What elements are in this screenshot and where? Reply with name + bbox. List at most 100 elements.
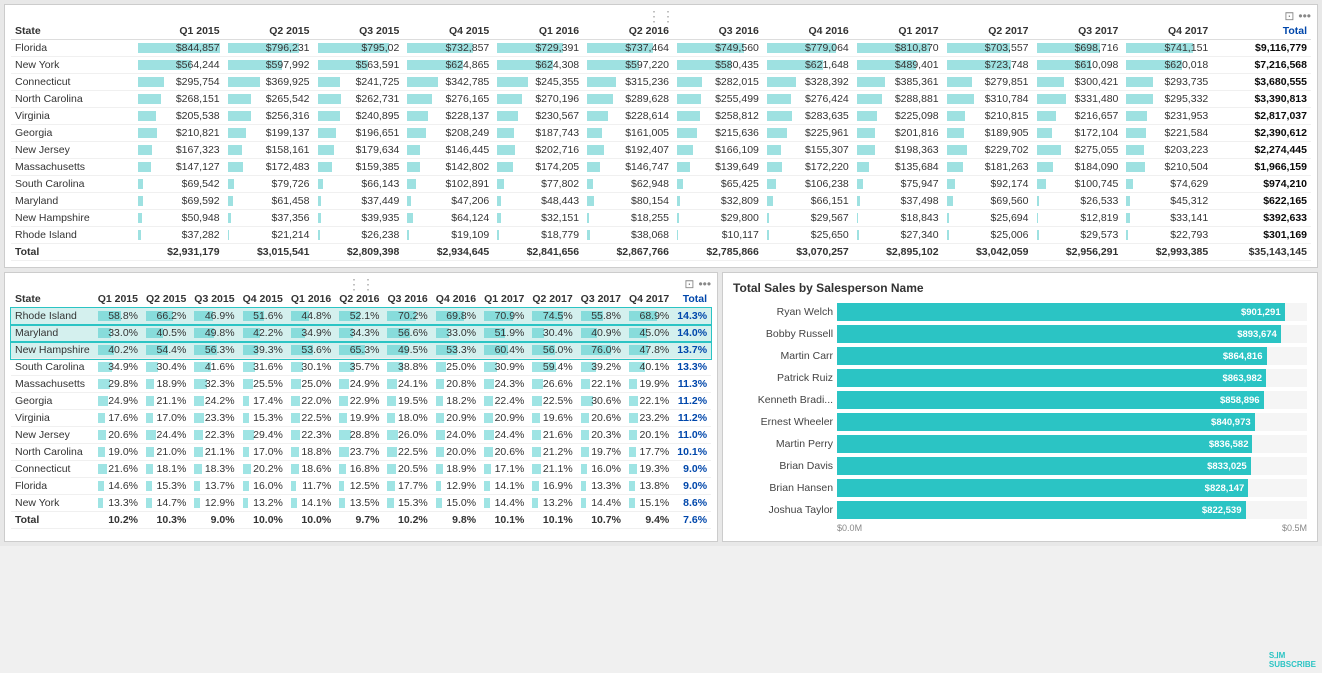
- bcell-1-7: 56.6%: [383, 325, 431, 342]
- cell-5-8: $225,961: [763, 125, 853, 142]
- bcell-4-2: 18.9%: [142, 376, 190, 393]
- cell-10-8: $29,567: [763, 210, 853, 227]
- cell-11-10: $25,006: [943, 227, 1033, 244]
- bcell-7-3: 22.3%: [190, 427, 238, 444]
- chart-bar-container: $822,539: [837, 501, 1307, 519]
- top-col-10: Q2 2017: [943, 23, 1033, 40]
- cell-5-7: $215,636: [673, 125, 763, 142]
- top-col-8: Q4 2016: [763, 23, 853, 40]
- cell-3-2: $265,542: [224, 91, 314, 108]
- cell-10-12: $33,141: [1122, 210, 1212, 227]
- table-row: South Carolina $69,542 $79,726 $66,143 $…: [11, 176, 1311, 193]
- cell-8-12: $74,629: [1122, 176, 1212, 193]
- bcell-8-2: 21.0%: [142, 444, 190, 461]
- bcell-10-0: Florida: [11, 478, 94, 495]
- bcell-0-4: 51.6%: [239, 308, 287, 325]
- top-table-body: Florida $844,857 $796,231 $795,02 $732,8…: [11, 40, 1311, 261]
- chart-row: Brian Hansen $828,147: [733, 479, 1307, 497]
- bcell-4-9: 24.3%: [480, 376, 528, 393]
- bcell-4-4: 25.5%: [239, 376, 287, 393]
- cell-4-0: Virginia: [11, 108, 134, 125]
- bottom-table-header: StateQ1 2015Q2 2015Q3 2015Q4 2015Q1 2016…: [11, 291, 711, 308]
- expand-icon[interactable]: ⊡: [1284, 9, 1294, 23]
- bcell-5-13: 11.2%: [673, 393, 711, 410]
- panel-icons-top: ⊡ •••: [1284, 9, 1311, 23]
- more-icon[interactable]: •••: [1298, 9, 1311, 23]
- cell-7-10: $181,263: [943, 159, 1033, 176]
- chart-person-label: Kenneth Bradi...: [733, 394, 833, 406]
- bcell-0-0: Rhode Island: [11, 308, 94, 325]
- cell-4-11: $216,657: [1033, 108, 1123, 125]
- bcell-0-9: 70.9%: [480, 308, 528, 325]
- cell-2-3: $241,725: [314, 74, 404, 91]
- bcell-10-12: 13.8%: [625, 478, 673, 495]
- chart-row: Ryan Welch $901,291: [733, 303, 1307, 321]
- cell-0-7: $749,560: [673, 40, 763, 57]
- bottom-col-11: Q3 2017: [577, 291, 625, 308]
- cell-9-13: $622,165: [1212, 193, 1311, 210]
- cell-7-2: $172,483: [224, 159, 314, 176]
- cell-12-9: $2,895,102: [853, 244, 943, 261]
- table-row: Massachusetts $147,127 $172,483 $159,385…: [11, 159, 1311, 176]
- bcell-2-9: 60.4%: [480, 342, 528, 359]
- chart-bars: Ryan Welch $901,291 Bobby Russell $893,6…: [733, 303, 1307, 519]
- bcell-8-10: 21.2%: [528, 444, 576, 461]
- cell-7-13: $1,966,159: [1212, 159, 1311, 176]
- bcell-2-1: 40.2%: [94, 342, 142, 359]
- cell-6-8: $155,307: [763, 142, 853, 159]
- cell-3-7: $255,499: [673, 91, 763, 108]
- chart-bar-container: $840,973: [837, 413, 1307, 431]
- cell-2-12: $293,735: [1122, 74, 1212, 91]
- cell-9-0: Maryland: [11, 193, 134, 210]
- chart-bar: $893,674: [837, 325, 1281, 343]
- chart-row: Ernest Wheeler $840,973: [733, 413, 1307, 431]
- cell-8-9: $75,947: [853, 176, 943, 193]
- bcell-6-9: 20.9%: [480, 410, 528, 427]
- bcell-4-6: 24.9%: [335, 376, 383, 393]
- cell-12-11: $2,956,291: [1033, 244, 1123, 261]
- bcell-7-6: 28.8%: [335, 427, 383, 444]
- cell-9-12: $45,312: [1122, 193, 1212, 210]
- bcell-8-13: 10.1%: [673, 444, 711, 461]
- bcell-12-13: 7.6%: [673, 512, 711, 529]
- cell-4-12: $231,953: [1122, 108, 1212, 125]
- bcell-8-12: 17.7%: [625, 444, 673, 461]
- bcell-1-3: 49.8%: [190, 325, 238, 342]
- bcell-2-6: 65.3%: [335, 342, 383, 359]
- bcell-12-9: 10.1%: [480, 512, 528, 529]
- drag-handle-top[interactable]: ⋮⋮: [11, 9, 1311, 23]
- cell-7-9: $135,684: [853, 159, 943, 176]
- table-row: Georgia 24.9% 21.1% 24.2% 17.4% 22.0% 22…: [11, 393, 711, 410]
- bcell-10-9: 14.1%: [480, 478, 528, 495]
- chart-bar: $836,582: [837, 435, 1252, 453]
- bcell-5-7: 19.5%: [383, 393, 431, 410]
- cell-12-3: $2,809,398: [314, 244, 404, 261]
- bottom-table-body: Rhode Island 58.8% 66.2% 46.9% 51.6% 44.…: [11, 308, 711, 529]
- cell-9-11: $26,533: [1033, 193, 1123, 210]
- cell-11-6: $38,068: [583, 227, 673, 244]
- bcell-7-5: 22.3%: [287, 427, 335, 444]
- cell-12-6: $2,867,766: [583, 244, 673, 261]
- bcell-1-13: 14.0%: [673, 325, 711, 342]
- cell-5-11: $172,104: [1033, 125, 1123, 142]
- table-row: Florida $844,857 $796,231 $795,02 $732,8…: [11, 40, 1311, 57]
- chart-row: Martin Carr $864,816: [733, 347, 1307, 365]
- cell-8-4: $102,891: [403, 176, 493, 193]
- cell-6-11: $275,055: [1033, 142, 1123, 159]
- cell-1-2: $597,992: [224, 57, 314, 74]
- cell-7-0: Massachusetts: [11, 159, 134, 176]
- top-col-11: Q3 2017: [1033, 23, 1123, 40]
- expand-icon-bottom[interactable]: ⊡: [684, 277, 694, 291]
- cell-7-5: $174,205: [493, 159, 583, 176]
- cell-0-10: $703,557: [943, 40, 1033, 57]
- more-icon-bottom[interactable]: •••: [698, 277, 711, 291]
- cell-7-6: $146,747: [583, 159, 673, 176]
- drag-handle-bottom[interactable]: ⋮⋮: [11, 277, 711, 291]
- chart-bar: $901,291: [837, 303, 1285, 321]
- cell-11-9: $27,340: [853, 227, 943, 244]
- bcell-8-7: 22.5%: [383, 444, 431, 461]
- bcell-9-9: 17.1%: [480, 461, 528, 478]
- bcell-3-10: 59.4%: [528, 359, 576, 376]
- table-row: Connecticut $295,754 $369,925 $241,725 $…: [11, 74, 1311, 91]
- bcell-3-2: 30.4%: [142, 359, 190, 376]
